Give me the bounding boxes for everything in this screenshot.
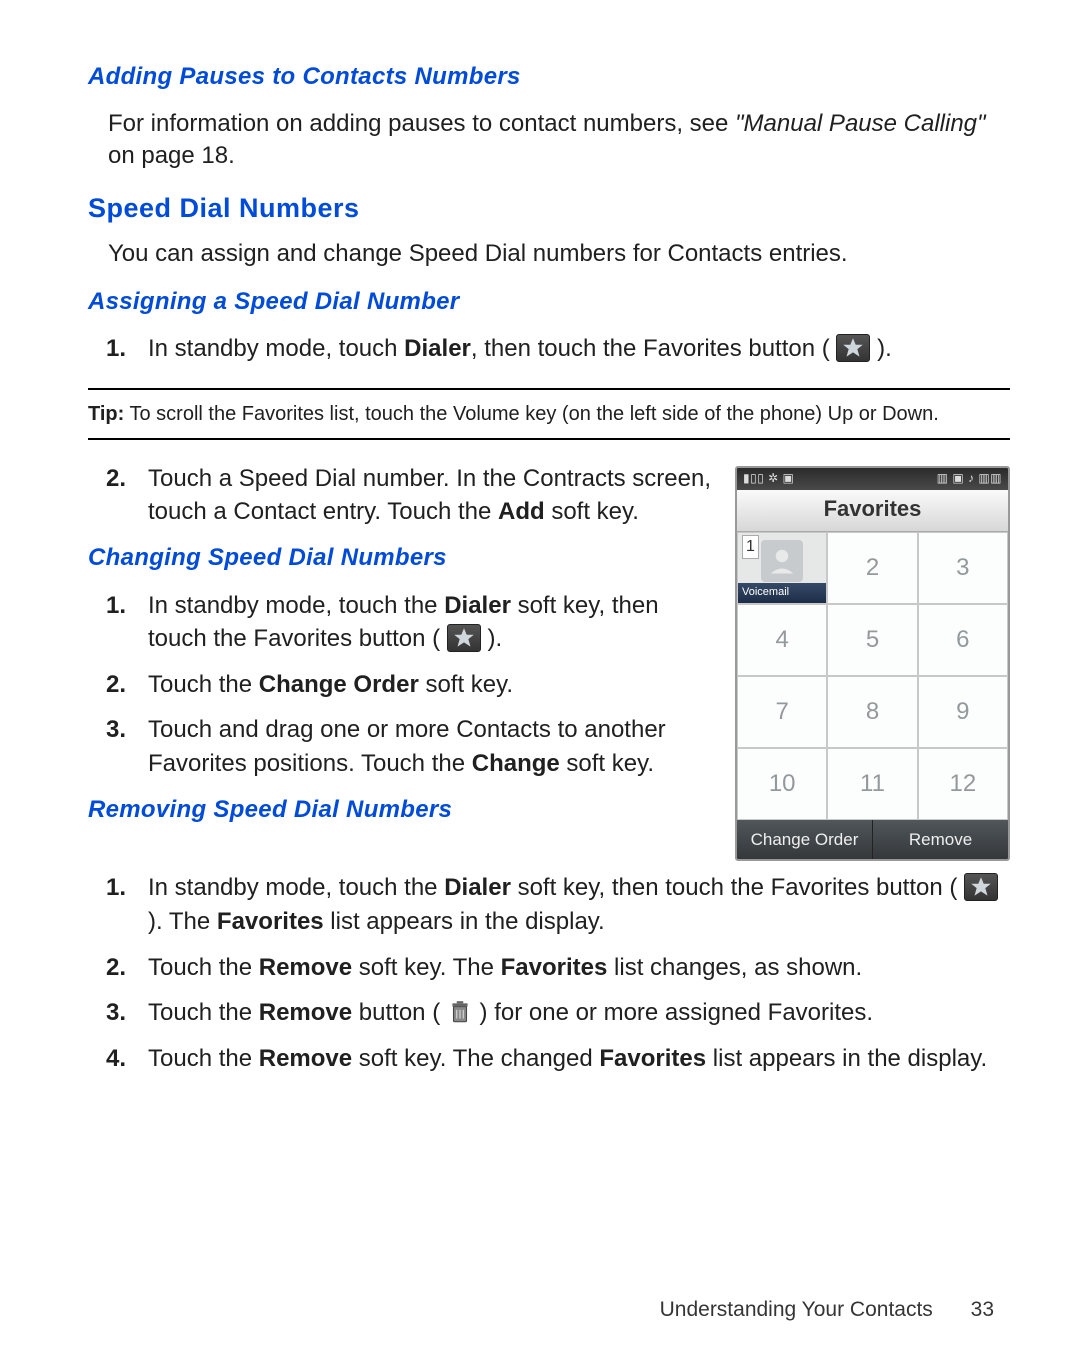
- bold-term: Change: [472, 750, 560, 777]
- cross-reference: "Manual Pause Calling": [735, 110, 986, 137]
- text: on page 18.: [108, 142, 235, 169]
- trash-icon: [447, 999, 473, 1025]
- text: soft key.: [419, 671, 513, 698]
- para-adding-pauses: For information on adding pauses to cont…: [88, 108, 1010, 173]
- text: Touch the: [148, 1045, 259, 1072]
- step-number: 2.: [106, 951, 126, 985]
- para-speed-dial: You can assign and change Speed Dial num…: [88, 238, 1010, 270]
- text: In standby mode, touch the: [148, 874, 444, 901]
- avatar-icon: [761, 540, 803, 582]
- step-number: 4.: [106, 1042, 126, 1076]
- list-item: 4. Touch the Remove soft key. The change…: [148, 1042, 1010, 1076]
- list-item: 2. Touch the Change Order soft key.: [148, 668, 1010, 702]
- bold-term: Favorites: [501, 954, 608, 981]
- bold-term: Remove: [259, 954, 352, 981]
- step-number: 1.: [106, 871, 126, 905]
- favorites-actions: Change Order Remove: [737, 820, 1008, 860]
- list-item: 1. In standby mode, touch the Dialer sof…: [148, 871, 1010, 938]
- assigning-steps: 1. In standby mode, touch Dialer, then t…: [88, 332, 1010, 366]
- bold-term: Favorites: [217, 908, 324, 935]
- text: , then touch the Favorites button (: [471, 335, 837, 362]
- tip-block: Tip: To scroll the Favorites list, touch…: [88, 388, 1010, 440]
- text: ) for one or more assigned Favorites.: [480, 999, 874, 1026]
- list-item: 3. Touch and drag one or more Contacts t…: [148, 713, 1010, 780]
- bold-term: Remove: [259, 999, 352, 1026]
- step-number: 3.: [106, 996, 126, 1030]
- text: soft key.: [545, 498, 639, 525]
- text: ).: [877, 335, 892, 362]
- step-number: 1.: [106, 332, 126, 366]
- list-item: 1. In standby mode, touch the Dialer sof…: [148, 589, 1010, 656]
- text: list changes, as shown.: [607, 954, 862, 981]
- list-item: 2. Touch a Speed Dial number. In the Con…: [148, 462, 1010, 529]
- text: soft key, then touch the Favorites butto…: [511, 874, 964, 901]
- section-title: Understanding Your Contacts: [660, 1298, 933, 1321]
- assigning-steps-cont: 2. Touch a Speed Dial number. In the Con…: [88, 462, 1010, 529]
- list-item: 2. Touch the Remove soft key. The Favori…: [148, 951, 1010, 985]
- text: soft key. The: [352, 954, 501, 981]
- changing-steps: 1. In standby mode, touch the Dialer sof…: [88, 589, 1010, 781]
- star-icon: [836, 334, 870, 362]
- step-number: 3.: [106, 713, 126, 747]
- bold-term: Favorites: [599, 1045, 706, 1072]
- tip-label: Tip:: [88, 403, 124, 425]
- bold-term: Dialer: [404, 335, 471, 362]
- page-footer: Understanding Your Contacts 33: [660, 1295, 994, 1324]
- text: soft key.: [560, 750, 654, 777]
- step-number: 1.: [106, 589, 126, 623]
- bold-term: Change Order: [259, 671, 419, 698]
- bold-term: Remove: [259, 1045, 352, 1072]
- heading-assigning: Assigning a Speed Dial Number: [88, 285, 1010, 319]
- star-icon: [447, 624, 481, 652]
- bold-term: Dialer: [444, 874, 511, 901]
- bold-term: Add: [498, 498, 545, 525]
- star-icon: [964, 873, 998, 901]
- step-number: 2.: [106, 668, 126, 702]
- text: ). The: [148, 908, 217, 935]
- text: Touch the: [148, 671, 259, 698]
- text: In standby mode, touch the: [148, 592, 444, 619]
- list-item: 1. In standby mode, touch Dialer, then t…: [148, 332, 1010, 366]
- text: button (: [352, 999, 447, 1026]
- remove-button[interactable]: Remove: [873, 820, 1008, 860]
- text: soft key. The changed: [352, 1045, 599, 1072]
- text: list appears in the display.: [324, 908, 605, 935]
- change-order-button[interactable]: Change Order: [737, 820, 873, 860]
- heading-adding-pauses: Adding Pauses to Contacts Numbers: [88, 60, 1010, 94]
- heading-speed-dial: Speed Dial Numbers: [88, 190, 1010, 228]
- step-number: 2.: [106, 462, 126, 496]
- page-number: 33: [971, 1298, 994, 1321]
- text: In standby mode, touch: [148, 335, 404, 362]
- text: list appears in the display.: [706, 1045, 987, 1072]
- removing-steps: 1. In standby mode, touch the Dialer sof…: [88, 871, 1010, 1075]
- text: Touch the: [148, 954, 259, 981]
- text: Touch the: [148, 999, 259, 1026]
- cell-number: 1: [742, 535, 759, 559]
- text: ).: [488, 625, 503, 652]
- text: For information on adding pauses to cont…: [108, 110, 735, 137]
- bold-term: Dialer: [444, 592, 511, 619]
- list-item: 3. Touch the Remove button ( ) for one o…: [148, 996, 1010, 1030]
- tip-text: To scroll the Favorites list, touch the …: [124, 403, 939, 425]
